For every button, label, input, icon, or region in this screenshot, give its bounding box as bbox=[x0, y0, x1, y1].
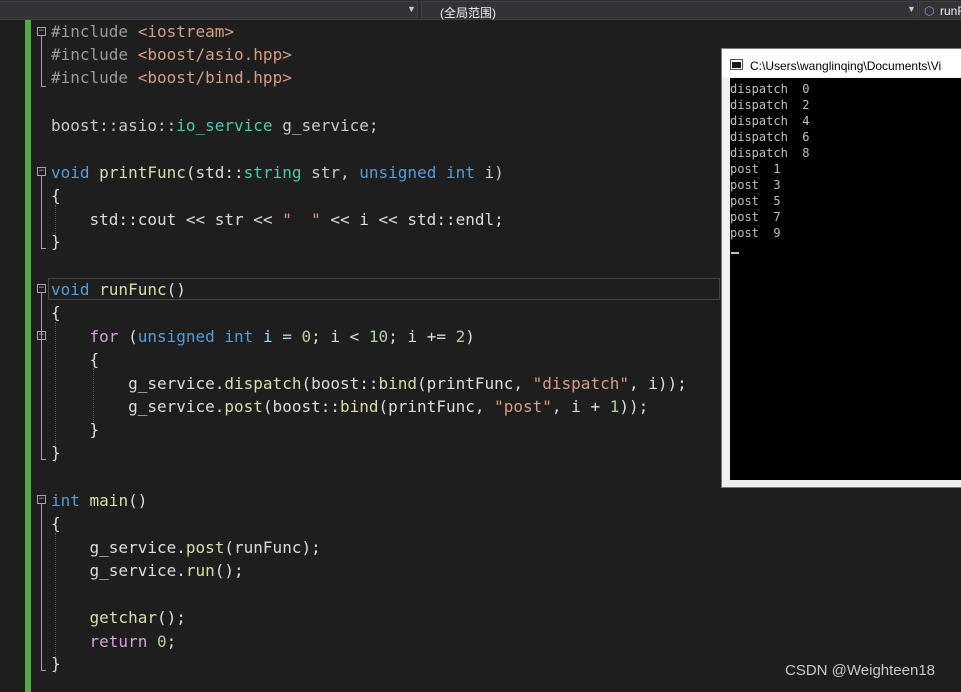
code-line-10: } bbox=[51, 232, 61, 251]
console-line: dispatch 2 bbox=[730, 98, 810, 112]
code-line-8: { bbox=[51, 186, 61, 205]
code-line-17: g_service.post(boost::bind(printFunc, "p… bbox=[51, 397, 649, 416]
console-line: dispatch 6 bbox=[730, 130, 810, 144]
fold-line bbox=[41, 504, 42, 670]
code-line-9: std::cout << str << " " << i << std::end… bbox=[51, 210, 504, 229]
member-dropdown[interactable]: ⬡ runFunc() bbox=[919, 1, 961, 18]
collapse-icon[interactable]: − bbox=[37, 495, 46, 504]
fold-end bbox=[41, 248, 46, 249]
code-line-26: getchar(); bbox=[51, 608, 186, 627]
code-line-22: { bbox=[51, 514, 61, 533]
console-line: post 1 bbox=[730, 162, 781, 176]
fold-line bbox=[41, 293, 42, 459]
navigation-bar: ▼ (全局范围) ▼ ⬡ runFunc() bbox=[0, 0, 961, 20]
collapse-icon[interactable]: − bbox=[37, 284, 46, 293]
console-app-icon bbox=[730, 59, 743, 70]
chevron-down-icon: ▼ bbox=[907, 4, 916, 14]
collapse-icon[interactable]: − bbox=[37, 27, 46, 36]
member-dropdown-label: runFunc() bbox=[940, 4, 961, 18]
code-line-21: int main() bbox=[51, 491, 148, 510]
method-icon: ⬡ bbox=[924, 4, 935, 18]
code-line-12: void runFunc() bbox=[51, 280, 186, 299]
code-line-19: } bbox=[51, 443, 61, 462]
fold-end bbox=[41, 459, 46, 460]
code-line-16: g_service.dispatch(boost::bind(printFunc… bbox=[51, 374, 687, 393]
code-line-27: return 0; bbox=[51, 632, 177, 651]
watermark: CSDN @Weighteen18 bbox=[785, 662, 936, 679]
console-titlebar[interactable]: C:\Users\wanglinqing\Documents\Vi bbox=[722, 49, 961, 77]
project-dropdown[interactable]: ▼ bbox=[0, 1, 418, 18]
console-line: dispatch 8 bbox=[730, 146, 810, 160]
console-line: dispatch 4 bbox=[730, 114, 810, 128]
fold-line bbox=[41, 36, 42, 86]
code-line-15: { bbox=[51, 350, 100, 369]
console-output[interactable]: dispatch 0 dispatch 2 dispatch 4 dispatc… bbox=[730, 78, 961, 480]
code-line-7: void printFunc(std::string str, unsigned… bbox=[51, 163, 504, 182]
code-line-18: } bbox=[51, 420, 100, 439]
fold-end bbox=[41, 86, 46, 87]
console-line: post 3 bbox=[730, 178, 781, 192]
code-line-5: boost::asio::io_service g_service; bbox=[51, 116, 379, 135]
code-line-14: for (unsigned int i = 0; i < 10; i += 2) bbox=[51, 327, 475, 346]
code-line-2: #include <boost/asio.hpp> bbox=[51, 45, 292, 64]
editor-margin bbox=[0, 20, 24, 692]
scope-dropdown-label: (全局范围) bbox=[440, 6, 496, 20]
code-line-1: #include <iostream> bbox=[51, 22, 235, 41]
console-cursor bbox=[731, 252, 739, 254]
code-line-23: g_service.post(runFunc); bbox=[51, 538, 321, 557]
console-line: post 7 bbox=[730, 210, 781, 224]
chevron-down-icon: ▼ bbox=[407, 4, 416, 14]
code-line-3: #include <boost/bind.hpp> bbox=[51, 68, 292, 87]
console-line: dispatch 0 bbox=[730, 82, 810, 96]
code-line-24: g_service.run(); bbox=[51, 561, 244, 580]
code-line-28: } bbox=[51, 654, 61, 673]
console-line: post 5 bbox=[730, 194, 781, 208]
code-line-13: { bbox=[51, 303, 61, 322]
scope-dropdown[interactable]: (全局范围) ▼ bbox=[421, 1, 918, 20]
console-line: post 9 bbox=[730, 226, 781, 240]
fold-line bbox=[41, 176, 42, 248]
fold-end bbox=[41, 670, 46, 671]
console-title: C:\Users\wanglinqing\Documents\Vi bbox=[750, 59, 942, 73]
collapse-icon[interactable]: − bbox=[37, 331, 46, 340]
console-window[interactable]: C:\Users\wanglinqing\Documents\Vi dispat… bbox=[721, 48, 961, 488]
collapse-icon[interactable]: − bbox=[37, 167, 46, 176]
change-tracking-bar bbox=[25, 20, 31, 692]
